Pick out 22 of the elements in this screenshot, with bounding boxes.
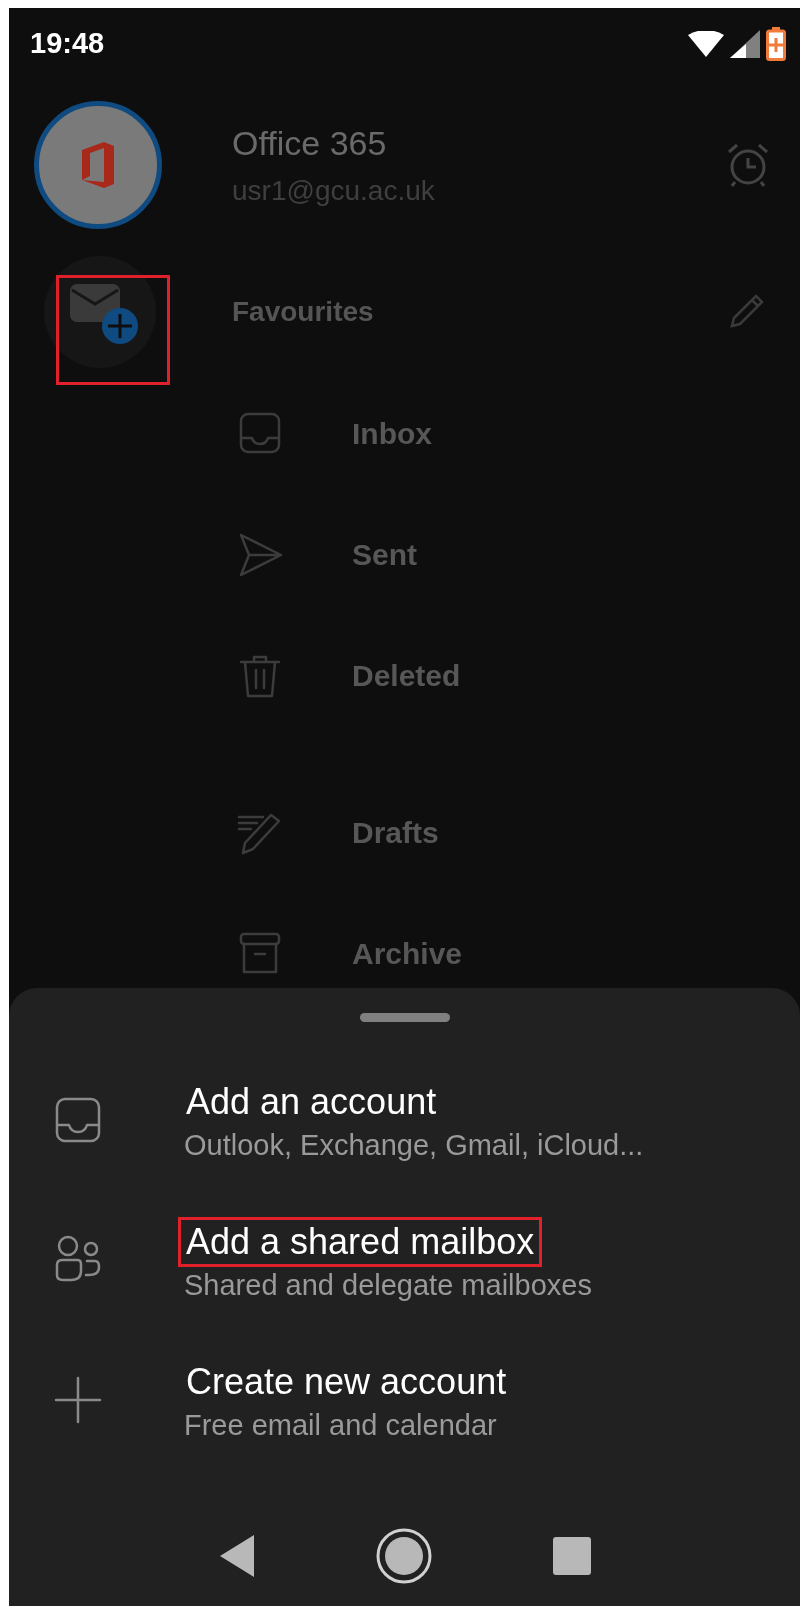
folder-item[interactable]: Deleted <box>352 653 461 698</box>
folder-item[interactable]: Archive <box>352 931 463 976</box>
menu-option[interactable]: Create new account <box>178 1356 515 1407</box>
option-description: Shared and delegate mailboxes <box>184 1267 592 1303</box>
recents-icon[interactable] <box>551 1536 592 1576</box>
menu-option[interactable]: Add an account <box>178 1076 445 1127</box>
menu-option[interactable]: Add a shared mailbox <box>178 1216 543 1267</box>
home-icon[interactable] <box>375 1528 432 1584</box>
battery-icon <box>766 27 786 61</box>
plus-icon <box>53 1375 103 1425</box>
drag-handle[interactable] <box>359 1013 450 1022</box>
favourites-heading: Favourites <box>232 294 375 329</box>
account-name: Office 365 <box>232 123 388 165</box>
inbox-tray-icon <box>53 1095 103 1145</box>
signal-icon <box>730 30 760 58</box>
folder-item[interactable]: Drafts <box>352 810 439 855</box>
wifi-icon <box>688 31 724 57</box>
option-description: Free email and calendar <box>184 1407 497 1443</box>
status-time: 19:48 <box>30 26 105 62</box>
folder-item[interactable]: Inbox <box>352 411 432 456</box>
folder-item[interactable]: Sent <box>352 532 417 577</box>
option-description: Outlook, Exchange, Gmail, iCloud... <box>184 1127 644 1163</box>
